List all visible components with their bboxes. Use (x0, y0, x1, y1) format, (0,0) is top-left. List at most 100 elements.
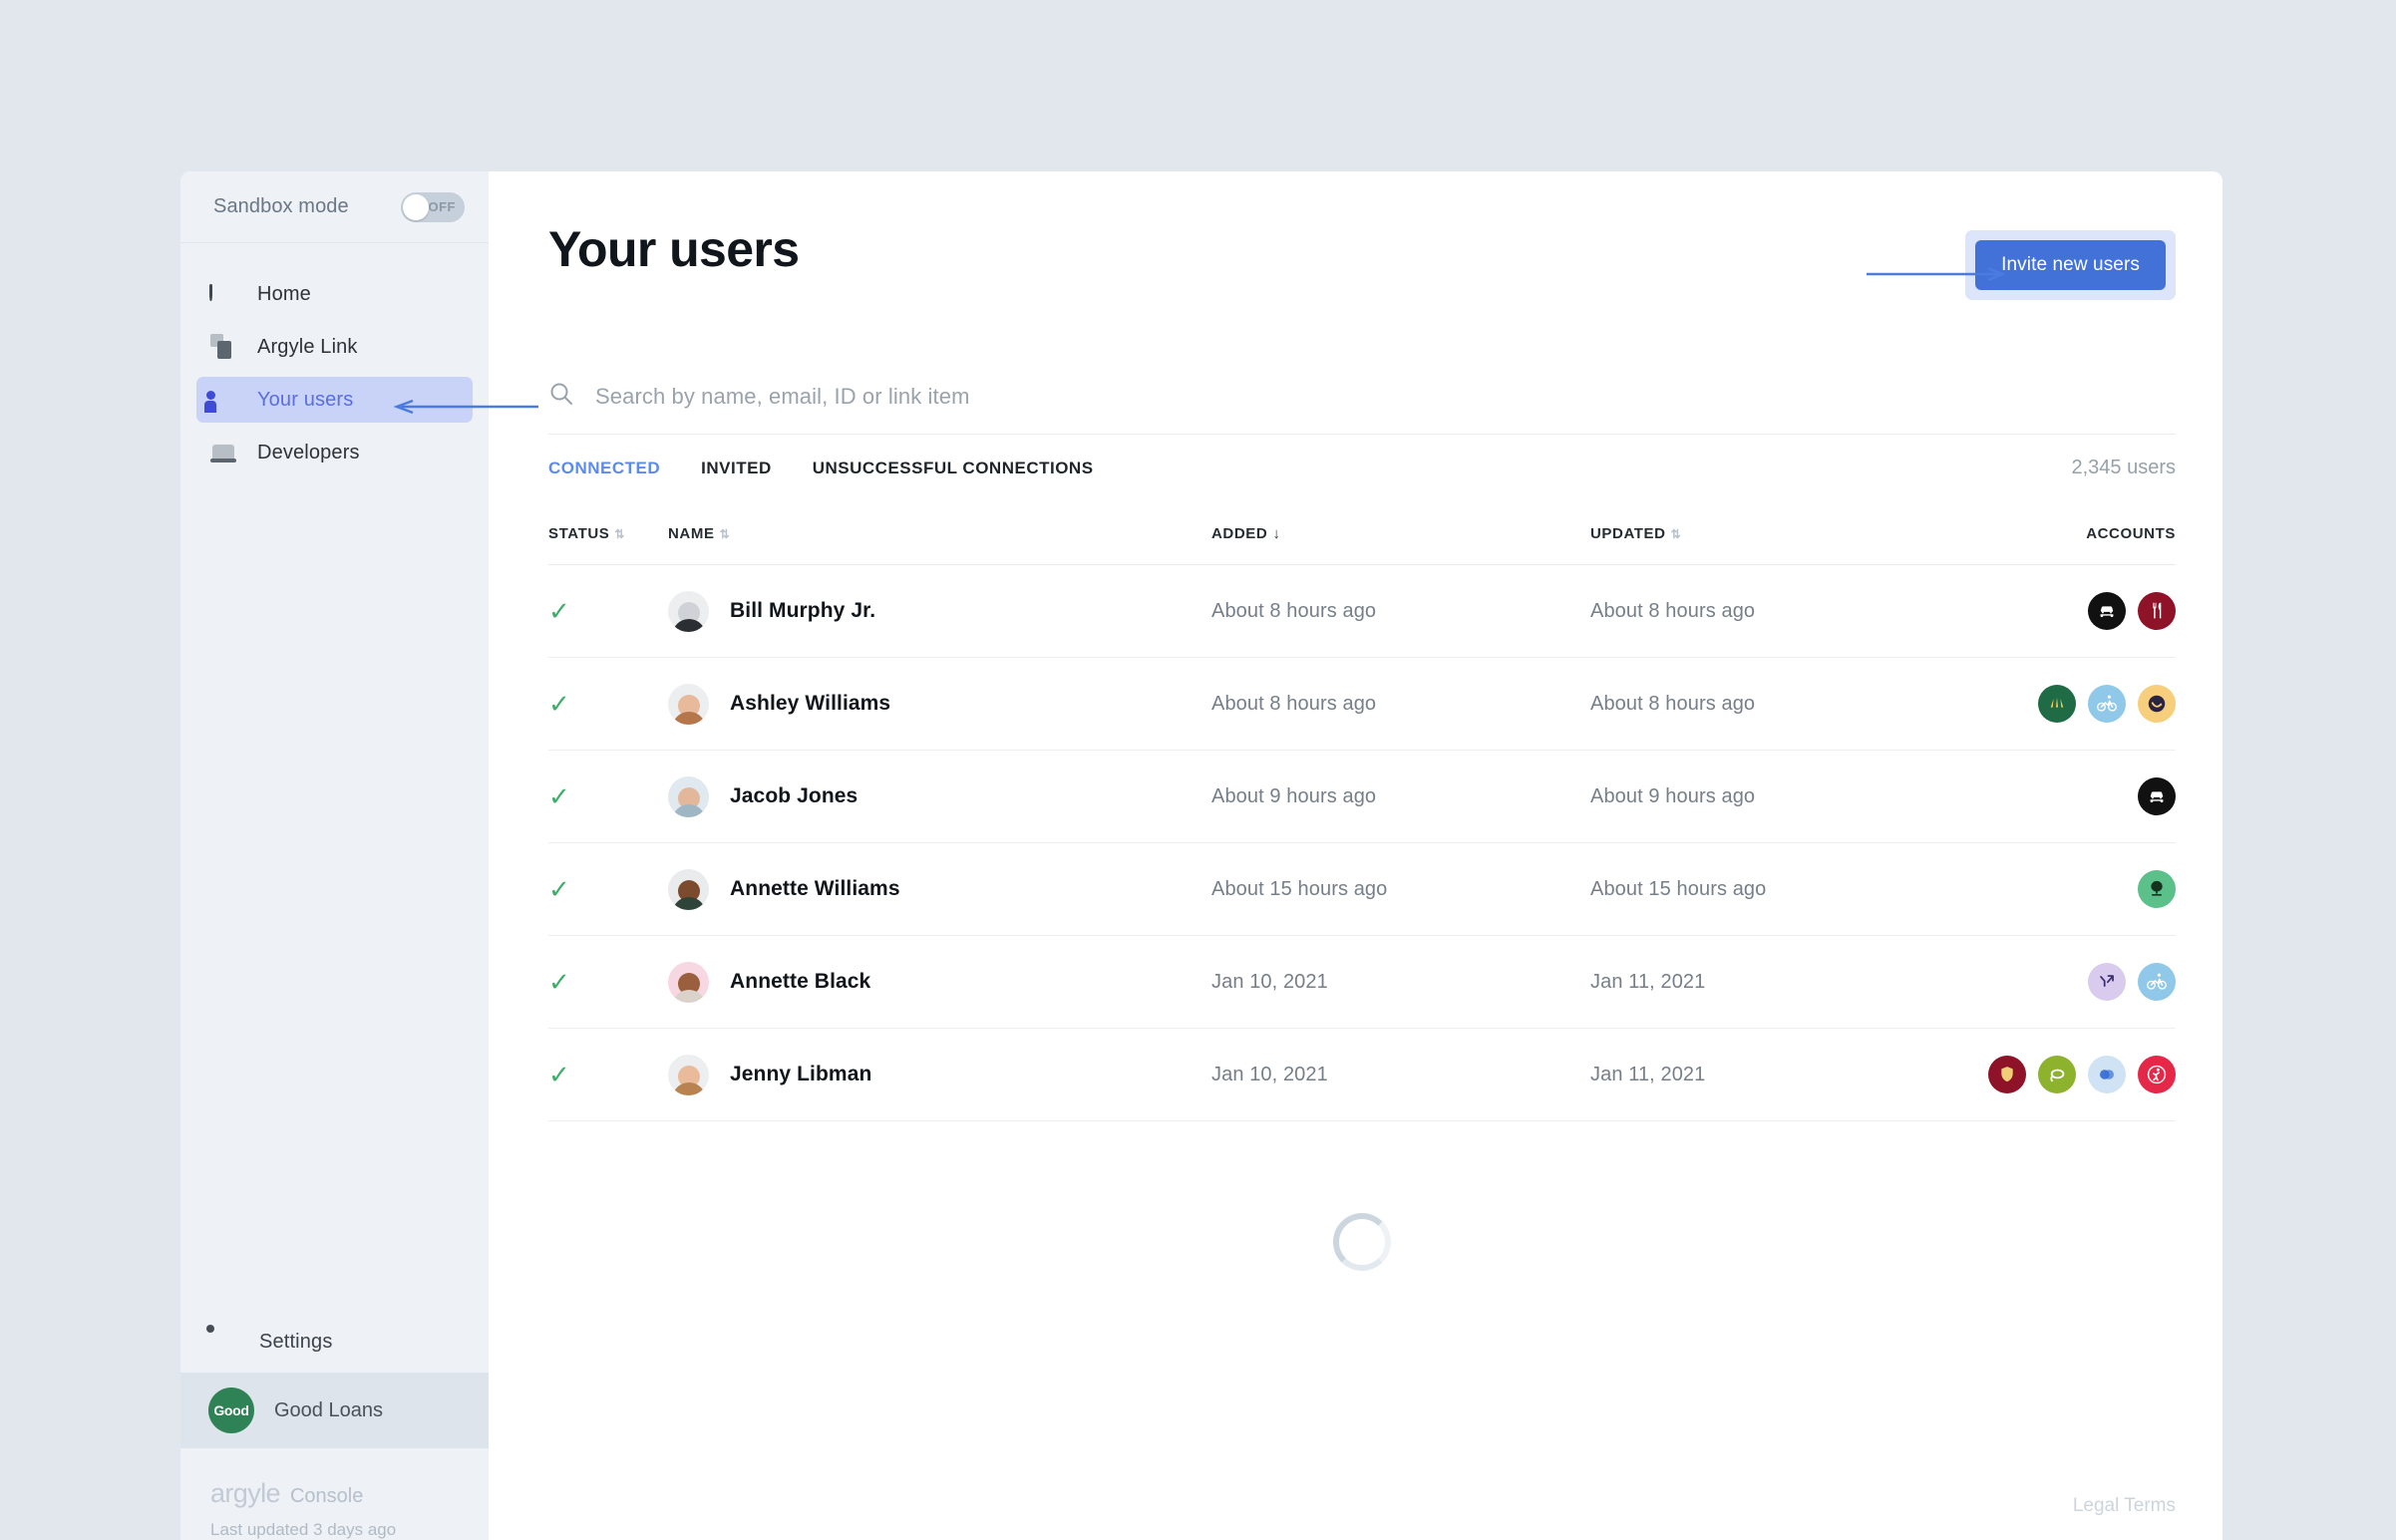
cell-name: Jenny Libman (668, 1029, 1211, 1121)
avatar (668, 591, 709, 632)
cell-added: About 9 hours ago (1211, 751, 1590, 843)
cell-updated: About 15 hours ago (1590, 843, 1969, 936)
sandbox-mode-toggle[interactable]: OFF (401, 192, 465, 222)
bank-fan-icon[interactable] (2038, 685, 2076, 723)
sidebar-item-label: Developers (257, 442, 360, 464)
branch-arrow-icon[interactable] (2088, 963, 2126, 1001)
cell-updated: About 8 hours ago (1590, 565, 1969, 658)
cell-name: Annette Williams (668, 843, 1211, 936)
venn-circles-icon[interactable] (2088, 1056, 2126, 1093)
annotation-arrow-invite (1867, 267, 2006, 281)
search-input[interactable] (595, 384, 2176, 410)
user-count-label: 2,345 users (2071, 457, 2176, 479)
bike-courier-icon[interactable] (2088, 685, 2126, 723)
organization-name: Good Loans (274, 1399, 383, 1422)
column-header-name[interactable]: NAME ⇅ (668, 525, 1211, 565)
page-title: Your users (548, 224, 800, 274)
cell-accounts (1969, 843, 2176, 936)
legal-terms-link[interactable]: Legal Terms (2073, 1495, 2176, 1517)
lasso-loop-icon[interactable] (2038, 1056, 2076, 1093)
column-header-updated[interactable]: UPDATED ⇅ (1590, 525, 1969, 565)
cell-accounts (1969, 1029, 2176, 1121)
rideshare-car-icon[interactable] (2138, 777, 2176, 815)
cell-added: Jan 10, 2021 (1211, 936, 1590, 1029)
users-table: STATUS ⇅ NAME ⇅ ADDED ↓ (548, 525, 2176, 1121)
cell-updated: About 8 hours ago (1590, 658, 1969, 751)
sidebar-item-home[interactable]: Home (196, 271, 473, 317)
avatar (668, 1055, 709, 1095)
runner-activity-icon[interactable] (2138, 1056, 2176, 1093)
rideshare-car-icon[interactable] (2088, 592, 2126, 630)
column-label: NAME (668, 525, 715, 542)
status-check-icon: ✓ (548, 689, 570, 719)
annotation-arrow-sidebar (391, 399, 538, 415)
status-check-icon: ✓ (548, 781, 570, 811)
sandbox-mode-row: Sandbox mode OFF (180, 171, 489, 243)
cell-accounts (1969, 936, 2176, 1029)
app-window: Sandbox mode OFF Home Argyle Link (180, 171, 2223, 1540)
invite-new-users-button[interactable]: Invite new users (1975, 240, 2166, 290)
tab-connected[interactable]: CONNECTED (548, 459, 660, 478)
sandbox-mode-label: Sandbox mode (213, 195, 349, 218)
cell-updated: Jan 11, 2021 (1590, 936, 1969, 1029)
sidebar-item-label: Your users (257, 389, 353, 412)
bike-courier-icon[interactable] (2138, 963, 2176, 1001)
avatar (668, 684, 709, 725)
sort-icon: ⇅ (1671, 528, 1679, 540)
table-row[interactable]: ✓ Annette Williams About 15 hours agoAbo… (548, 843, 2176, 936)
tabs-row: CONNECTED INVITED UNSUCCESSFUL CONNECTIO… (548, 457, 2176, 479)
updated-date: Jan 11, 2021 (1590, 971, 1705, 993)
tab-unsuccessful-connections[interactable]: UNSUCCESSFUL CONNECTIONS (813, 459, 1094, 478)
cell-name: Ashley Williams (668, 658, 1211, 751)
tree-service-icon[interactable] (2138, 870, 2176, 908)
added-date: Jan 10, 2021 (1211, 1064, 1328, 1085)
table-row[interactable]: ✓ Annette Black Jan 10, 2021Jan 11, 2021 (548, 936, 2176, 1029)
main-content: Your users Invite new users CONNECTED IN… (489, 171, 2223, 1540)
brand-footer: argyle Console Last updated 3 days ago (180, 1448, 489, 1540)
table-row[interactable]: ✓ Jenny Libman Jan 10, 2021Jan 11, 2021 (548, 1029, 2176, 1121)
updated-date: About 8 hours ago (1590, 693, 1755, 715)
gauge-icon (210, 281, 236, 307)
avatar (668, 776, 709, 817)
avatar (668, 869, 709, 910)
cell-accounts (1969, 565, 2176, 658)
smile-delivery-icon[interactable] (2138, 685, 2176, 723)
restaurant-delivery-icon[interactable] (2138, 592, 2176, 630)
person-icon (210, 387, 236, 413)
cell-updated: About 9 hours ago (1590, 751, 1969, 843)
user-name: Annette Black (730, 970, 870, 994)
sidebar-item-settings[interactable]: Settings (180, 1311, 489, 1373)
avatar (668, 962, 709, 1003)
cell-name: Bill Murphy Jr. (668, 565, 1211, 658)
user-name: Annette Williams (730, 877, 900, 901)
cell-name: Annette Black (668, 936, 1211, 1029)
column-label: ACCOUNTS (2086, 525, 2176, 542)
cell-status: ✓ (548, 843, 668, 936)
column-header-status[interactable]: STATUS ⇅ (548, 525, 668, 565)
cell-added: About 15 hours ago (1211, 843, 1590, 936)
column-header-added[interactable]: ADDED ↓ (1211, 525, 1590, 565)
cell-added: About 8 hours ago (1211, 565, 1590, 658)
tab-invited[interactable]: INVITED (701, 459, 772, 478)
sidebar-item-developers[interactable]: Developers (196, 430, 473, 475)
table-row[interactable]: ✓ Jacob Jones About 9 hours agoAbout 9 h… (548, 751, 2176, 843)
updated-date: About 8 hours ago (1590, 600, 1755, 622)
last-updated-text: Last updated 3 days ago (210, 1520, 489, 1540)
status-check-icon: ✓ (548, 596, 570, 626)
user-name: Jacob Jones (730, 784, 857, 808)
organization-switcher[interactable]: Good Good Loans (180, 1373, 489, 1448)
sidebar: Sandbox mode OFF Home Argyle Link (180, 171, 489, 1540)
table-row[interactable]: ✓ Ashley Williams About 8 hours agoAbout… (548, 658, 2176, 751)
toggle-state-label: OFF (429, 199, 457, 214)
table-row[interactable]: ✓ Bill Murphy Jr. About 8 hours agoAbout… (548, 565, 2176, 658)
column-label: UPDATED (1590, 525, 1666, 542)
cell-status: ✓ (548, 565, 668, 658)
updated-date: About 15 hours ago (1590, 878, 1766, 900)
status-check-icon: ✓ (548, 967, 570, 997)
cell-name: Jacob Jones (668, 751, 1211, 843)
sidebar-item-label: Home (257, 283, 311, 306)
sidebar-item-argyle-link[interactable]: Argyle Link (196, 324, 473, 370)
sidebar-nav: Home Argyle Link Your users Developers (180, 243, 489, 482)
shield-security-icon[interactable] (1988, 1056, 2026, 1093)
column-label: STATUS (548, 525, 609, 542)
